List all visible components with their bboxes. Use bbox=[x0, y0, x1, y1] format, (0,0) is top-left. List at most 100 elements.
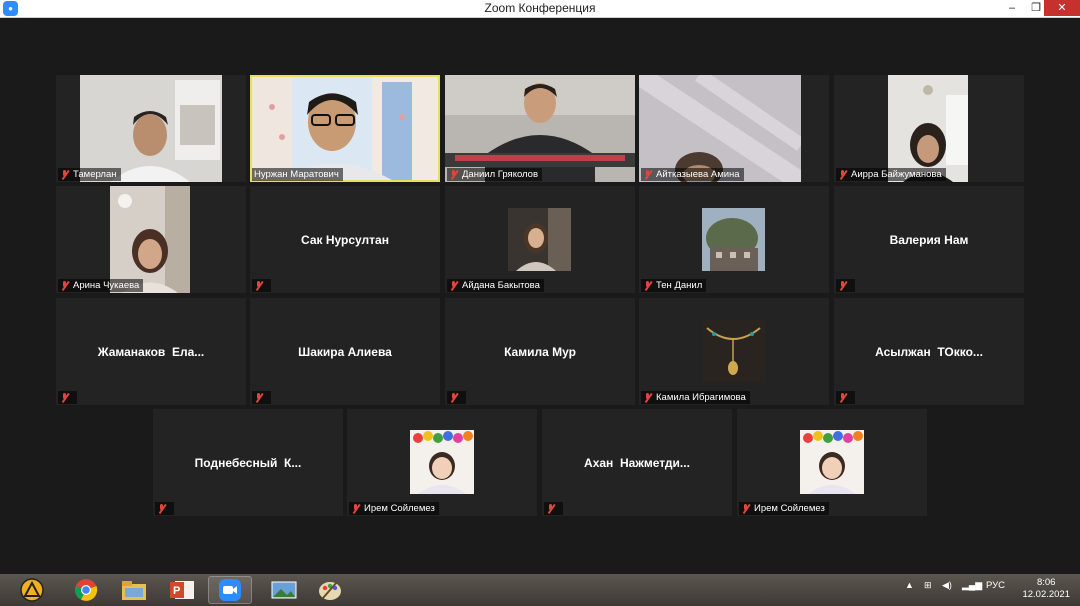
network-icon[interactable]: ⊞ bbox=[924, 580, 932, 591]
mic-muted-icon bbox=[449, 169, 458, 180]
participant-tile[interactable]: Сак Нурсултан bbox=[250, 186, 440, 293]
zoom-icon[interactable] bbox=[208, 576, 252, 604]
participant-tile[interactable]: Жаманаков Ела... bbox=[56, 298, 246, 405]
svg-text:P: P bbox=[173, 585, 180, 597]
mic-muted-icon bbox=[449, 280, 458, 291]
mic-muted-icon bbox=[254, 392, 263, 403]
mic-muted-icon bbox=[546, 503, 555, 514]
language-indicator[interactable]: РУС bbox=[986, 580, 1005, 591]
participant-name-tag: Аирра Байжуманова bbox=[836, 168, 946, 181]
participant-tile[interactable]: Тен Данил bbox=[639, 186, 829, 293]
taskbar: P ▲ ⊞ ◀) ▂▄▆ РУС 8:06 12.02.2021 bbox=[0, 574, 1080, 606]
file-explorer-icon[interactable] bbox=[112, 576, 156, 604]
participant-tile[interactable]: Айтказыева Амина bbox=[639, 75, 829, 182]
participant-name-tag: Айтказыева Амина bbox=[641, 168, 744, 181]
participant-tile[interactable]: Поднебесный К... bbox=[153, 409, 343, 516]
participant-tile[interactable]: Айдана Бакытова bbox=[445, 186, 635, 293]
participant-tile[interactable]: Асылжан ТОкко... bbox=[834, 298, 1024, 405]
show-hidden-icons-icon[interactable]: ▲ bbox=[905, 580, 914, 590]
participant-name: Арина Чукаева bbox=[73, 280, 140, 291]
volume-icon[interactable]: ◀) bbox=[942, 580, 952, 591]
participant-video bbox=[445, 75, 635, 182]
close-icon[interactable]: ✕ bbox=[1044, 0, 1080, 16]
system-clock[interactable]: 8:06 12.02.2021 bbox=[1022, 577, 1070, 601]
participant-name: Ирем Сойлемез bbox=[754, 503, 825, 514]
minimize-icon[interactable]: – bbox=[1000, 0, 1024, 16]
participant-name-tag: Камила Ибрагимова bbox=[641, 391, 750, 404]
mic-muted-icon bbox=[60, 392, 69, 403]
participant-tile[interactable]: Тамерлан bbox=[56, 75, 246, 182]
signal-icon[interactable]: ▂▄▆ bbox=[962, 580, 982, 591]
mic-muted-icon bbox=[254, 280, 263, 291]
start-button-icon[interactable] bbox=[18, 577, 46, 603]
participant-tile[interactable]: Даниил Гряколов bbox=[445, 75, 635, 182]
clock-date: 12.02.2021 bbox=[1022, 589, 1070, 600]
participant-name-display: Камила Мур bbox=[504, 344, 576, 359]
mic-muted-icon bbox=[643, 392, 652, 403]
participant-name-display: Шакира Алиева bbox=[298, 344, 392, 359]
window-title: Zoom Конференция bbox=[484, 1, 596, 15]
participant-tile[interactable]: Ирем Сойлемез bbox=[347, 409, 537, 516]
participant-name-tag bbox=[155, 502, 174, 515]
participant-name-display: Жаманаков Ела... bbox=[97, 344, 205, 359]
participant-video bbox=[80, 75, 222, 182]
participant-name-tag: Айдана Бакытова bbox=[447, 279, 544, 292]
participant-name-tag bbox=[447, 391, 466, 404]
mic-muted-icon bbox=[838, 169, 847, 180]
mic-muted-icon bbox=[838, 280, 847, 291]
participant-name-display: Асылжан ТОкко... bbox=[875, 344, 983, 359]
participant-name-tag: Арина Чукаева bbox=[58, 279, 144, 292]
participant-name-display: Ахан Нажметди... bbox=[584, 455, 690, 470]
participant-tile[interactable]: Аирра Байжуманова bbox=[834, 75, 1024, 182]
participant-tile[interactable]: Валерия Нам bbox=[834, 186, 1024, 293]
participant-video bbox=[639, 75, 801, 182]
participant-tile[interactable]: Камила Мур bbox=[445, 298, 635, 405]
participant-tile[interactable]: Ирем Сойлемез bbox=[737, 409, 927, 516]
chrome-icon[interactable] bbox=[64, 576, 108, 604]
participant-video bbox=[110, 186, 190, 293]
participant-tile[interactable]: Камила Ибрагимова bbox=[639, 298, 829, 405]
participant-tile-active-speaker[interactable]: Нуржан Маратович bbox=[250, 75, 440, 182]
participant-name-tag bbox=[836, 279, 855, 292]
participant-name-tag: Тамерлан bbox=[58, 168, 121, 181]
paint-icon[interactable] bbox=[308, 576, 352, 604]
participant-video bbox=[252, 77, 438, 180]
participant-avatar-picture bbox=[508, 208, 571, 271]
participant-name: Даниил Гряколов bbox=[462, 169, 539, 180]
participant-tile[interactable]: Ахан Нажметди... bbox=[542, 409, 732, 516]
participant-name-tag: Нуржан Маратович bbox=[252, 168, 343, 181]
photos-icon[interactable] bbox=[262, 576, 306, 604]
mic-muted-icon bbox=[60, 169, 69, 180]
participant-tile[interactable]: Шакира Алиева bbox=[250, 298, 440, 405]
participant-name: Аирра Байжуманова bbox=[851, 169, 942, 180]
participant-name: Нуржан Маратович bbox=[254, 169, 339, 180]
participant-video bbox=[888, 75, 968, 182]
participant-name: Ирем Сойлемез bbox=[364, 503, 435, 514]
participant-avatar-picture bbox=[702, 320, 765, 383]
mic-muted-icon bbox=[60, 280, 69, 291]
participant-tile[interactable]: Арина Чукаева bbox=[56, 186, 246, 293]
powerpoint-icon[interactable]: P bbox=[160, 576, 204, 604]
participant-avatar-picture bbox=[410, 430, 474, 494]
mic-muted-icon bbox=[157, 503, 166, 514]
participant-name-display: Валерия Нам bbox=[889, 232, 969, 247]
mic-muted-icon bbox=[741, 503, 750, 514]
participant-name: Камила Ибрагимова bbox=[656, 392, 746, 403]
mic-muted-icon bbox=[449, 392, 458, 403]
participant-name-tag bbox=[544, 502, 563, 515]
participant-name-tag bbox=[836, 391, 855, 404]
participant-name: Айдана Бакытова bbox=[462, 280, 540, 291]
mic-muted-icon bbox=[643, 169, 652, 180]
participant-name-tag bbox=[58, 391, 77, 404]
window-titlebar: ● Zoom Конференция – ❐ ✕ bbox=[0, 0, 1080, 18]
participant-name-tag bbox=[252, 391, 271, 404]
participant-avatar-picture bbox=[800, 430, 864, 494]
clock-time: 8:06 bbox=[1036, 577, 1056, 588]
participant-name: Тамерлан bbox=[73, 169, 117, 180]
participant-name-tag: Даниил Гряколов bbox=[447, 168, 543, 181]
participant-name: Тен Данил bbox=[656, 280, 703, 291]
participant-name-tag: Ирем Сойлемез bbox=[739, 502, 829, 515]
mic-muted-icon bbox=[838, 392, 847, 403]
mic-muted-icon bbox=[351, 503, 360, 514]
participant-name: Айтказыева Амина bbox=[656, 169, 740, 180]
